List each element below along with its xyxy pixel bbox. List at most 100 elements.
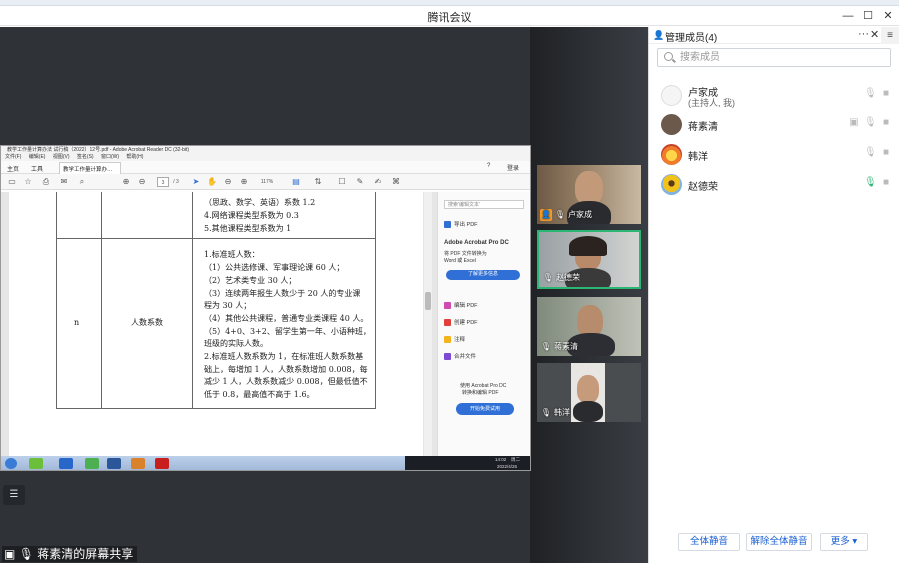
mic-icon: 🎙 — [18, 547, 34, 561]
minimize-button[interactable]: — — [838, 8, 858, 24]
member-row[interactable]: 蒋素清 ▣ 🎙 ■ — [649, 109, 899, 139]
panel-close-button[interactable]: ✕ — [870, 28, 879, 41]
tab-tools[interactable]: 工具 — [31, 164, 43, 173]
mic-active-icon[interactable]: 🎙 — [864, 177, 877, 189]
meeting-app-icon[interactable] — [59, 458, 73, 469]
mic-icon[interactable]: 🎙 — [864, 88, 877, 100]
star-icon[interactable]: ☆ — [23, 177, 33, 187]
scroll-thumb[interactable] — [425, 292, 431, 310]
document-scrollbar[interactable] — [424, 192, 432, 456]
sign-icon[interactable]: ✍ — [373, 177, 383, 187]
app-icon-2[interactable] — [131, 458, 145, 469]
windows-taskbar: 14:02 周二 2022/4/26 — [1, 456, 530, 470]
acrobat-toolbar: ▭ ☆ ⎙ ✉ ⌕ ⊕ ⊖ 3 / 3 ➤ ✋ ⊖ ⊕ 117% ▤ ⇅ ☐ ✎… — [1, 174, 530, 190]
document-area[interactable]: （思政、数学、英语）系数 1.2 4.网络课程类型系数为 0.3 5.其他课程类… — [1, 192, 437, 456]
doc-line: （4）其他公共课程，普通专业类课程 40 人。 — [204, 314, 369, 323]
comment-icon[interactable]: ☐ — [337, 177, 347, 187]
mail-icon[interactable]: ✉ — [59, 177, 69, 187]
menu-file[interactable]: 文件(F) — [5, 154, 21, 160]
acrobat-icon[interactable] — [155, 458, 169, 469]
tray-time: 14:02 — [495, 457, 507, 462]
member-row[interactable]: 韩洋 🎙 ■ — [649, 139, 899, 169]
comment-item[interactable]: 注释 — [444, 335, 465, 344]
tab-home[interactable]: 主页 — [7, 164, 19, 173]
more-button[interactable]: 更多 ▾ — [820, 533, 868, 551]
panel-header: 👤 管理成员(4) ··· ✕ — [649, 27, 899, 44]
scroll-mode-icon[interactable]: ⇅ — [313, 177, 323, 187]
menu-window[interactable]: 窗口(W) — [101, 154, 119, 160]
create-pdf-item[interactable]: 创建 PDF — [444, 318, 478, 327]
free-trial-button[interactable]: 开始免费试用 — [456, 403, 514, 415]
table-line — [375, 192, 376, 409]
more-options-button[interactable]: ··· — [858, 28, 869, 40]
page-number-input[interactable]: 3 — [157, 177, 169, 187]
camera-icon[interactable]: ■ — [880, 117, 892, 129]
help-icon[interactable]: ? — [487, 163, 490, 169]
close-button[interactable]: ✕ — [878, 8, 898, 24]
edit-pdf-item[interactable]: 编辑 PDF — [444, 301, 478, 310]
video-tile-4[interactable]: 🎙 韩洋 — [537, 363, 641, 422]
page-down-icon[interactable]: ⊖ — [137, 177, 147, 187]
member-search-input[interactable] — [680, 51, 880, 64]
mic-icon[interactable]: 🎙 — [864, 117, 877, 129]
member-name: 韩洋 — [688, 152, 708, 163]
create-icon[interactable]: ▭ — [7, 177, 17, 187]
member-name: 赵德荣 — [688, 182, 718, 193]
word-icon[interactable] — [107, 458, 121, 469]
table-line — [56, 238, 376, 239]
pen-icon[interactable]: ✎ — [355, 177, 365, 187]
avatar — [661, 114, 682, 135]
camera-icon[interactable]: ■ — [880, 88, 892, 100]
zoom-out-icon[interactable]: ⊖ — [223, 177, 233, 187]
signin-link[interactable]: 登录 — [507, 163, 519, 172]
camera-icon[interactable]: ■ — [880, 147, 892, 159]
select-cursor-icon[interactable]: ➤ — [191, 177, 201, 187]
tab-document[interactable]: 教学工作量计算办… — [59, 162, 121, 174]
camera-icon[interactable]: ■ — [880, 177, 892, 189]
video-tile-2[interactable]: 🎙 赵德荣 — [537, 230, 641, 289]
video-tile-3[interactable]: 🎙 蒋素清 — [537, 297, 641, 356]
maximize-button[interactable]: ☐ — [858, 8, 878, 24]
promo-line-2: 转换和编辑 PDF — [462, 390, 499, 396]
export-pdf-item[interactable]: 导出 PDF — [444, 220, 478, 229]
zoom-level[interactable]: 117% — [257, 177, 277, 187]
fit-page-icon[interactable]: ▤ — [291, 177, 301, 187]
mic-icon[interactable]: 🎙 — [864, 147, 877, 159]
video-tile-1[interactable]: 👤 🎙 卢家成 — [537, 165, 641, 224]
menu-view[interactable]: 视图(V) — [53, 154, 70, 160]
member-row[interactable]: 卢家成 (主持人, 我) 🎙 ■ — [649, 80, 899, 110]
participant-face — [577, 375, 599, 403]
shared-screen[interactable]: 教学工作量计算办法 试行稿（2022）12号.pdf - Adobe Acrob… — [0, 145, 531, 471]
screen-share-icon[interactable]: ▣ — [848, 117, 860, 129]
comment-tool-icon — [444, 336, 451, 344]
acrobat-sidebar: 搜索'编辑文本' 导出 PDF Adobe Acrobat Pro DC 将 P… — [437, 192, 530, 456]
tag-icon[interactable]: ⌘ — [391, 177, 401, 187]
member-row[interactable]: 赵德荣 🎙 ■ — [649, 169, 899, 199]
start-icon[interactable] — [5, 458, 17, 469]
zoom-in-icon[interactable]: ⊕ — [239, 177, 249, 187]
menu-edit[interactable]: 编辑(E) — [29, 154, 46, 160]
combine-item[interactable]: 合并文件 — [444, 352, 476, 361]
page-total: / 3 — [173, 179, 179, 185]
menu-sign[interactable]: 签名(S) — [77, 154, 94, 160]
side-menu-button[interactable]: ≡ — [881, 27, 899, 44]
unmute-all-button[interactable]: 解除全体静音 — [746, 533, 812, 551]
learn-more-button[interactable]: 了解更多信息 — [446, 270, 520, 280]
doc-line: （1）公共选修课、军事理论课 60 人； — [204, 263, 345, 272]
member-search[interactable] — [657, 48, 891, 67]
table-line — [101, 192, 102, 409]
meeting-stage: 教学工作量计算办法 试行稿（2022）12号.pdf - Adobe Acrob… — [0, 27, 648, 563]
pdf-page: （思政、数学、英语）系数 1.2 4.网络课程类型系数为 0.3 5.其他课程类… — [9, 192, 423, 456]
browser-icon[interactable] — [85, 458, 99, 469]
menu-help[interactable]: 帮助(H) — [126, 154, 143, 160]
print-icon[interactable]: ⎙ — [41, 177, 51, 187]
hand-icon[interactable]: ✋ — [207, 177, 217, 187]
member-panel: 👤 管理成员(4) ··· ✕ 卢家成 (主持人, 我) 🎙 ■ 蒋素清 ▣ 🎙… — [648, 27, 899, 563]
layout-list-button[interactable]: ☰ — [3, 485, 25, 505]
page-up-icon[interactable]: ⊕ — [121, 177, 131, 187]
app-icon[interactable] — [29, 458, 43, 469]
mute-all-button[interactable]: 全体静音 — [678, 533, 740, 551]
search-icon[interactable]: ⌕ — [77, 177, 87, 187]
doc-line: 1.标准班人数： — [204, 250, 260, 259]
tools-search-input[interactable]: 搜索'编辑文本' — [444, 200, 524, 209]
